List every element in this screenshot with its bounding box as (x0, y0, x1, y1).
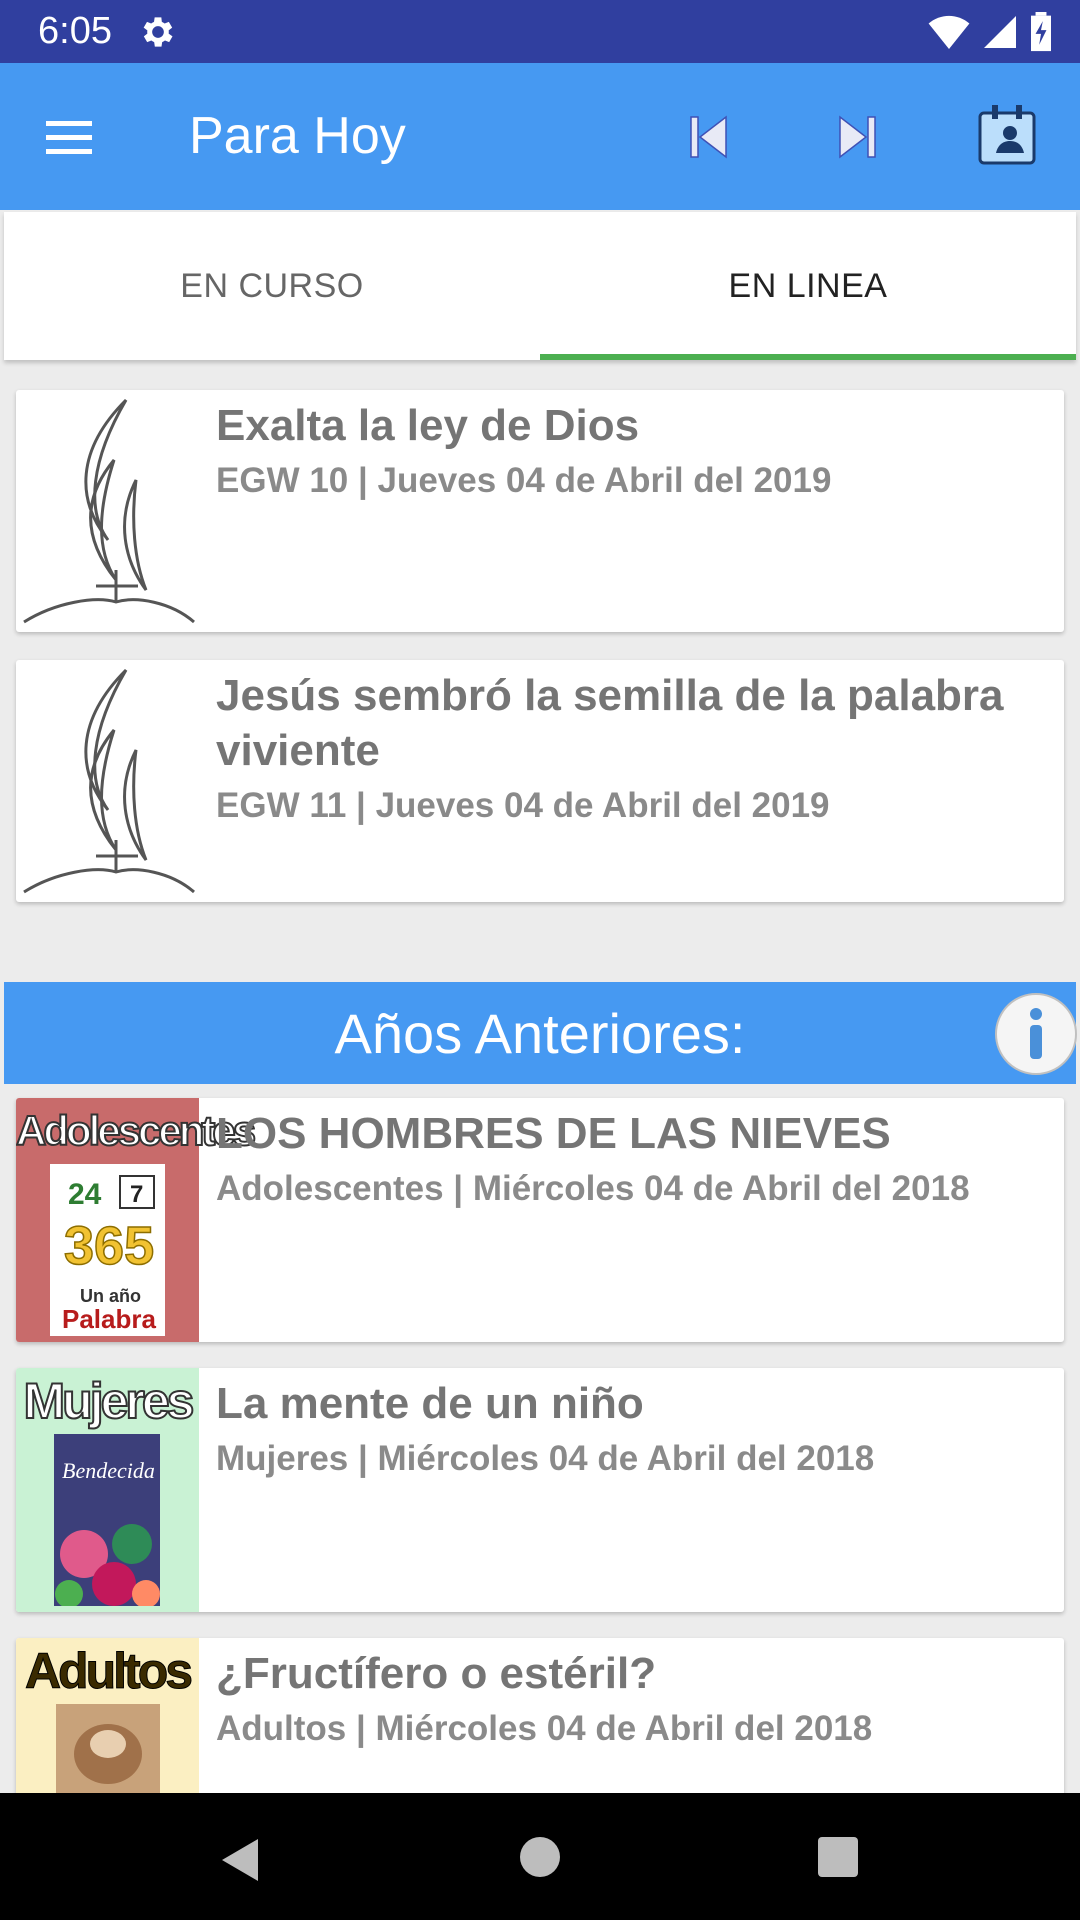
status-bar: 6:05 (0, 0, 1080, 63)
battery-icon (1031, 12, 1051, 52)
book-cover-mujeres: Mujeres Bendecida (16, 1368, 199, 1612)
cover-label: Adultos (24, 1643, 193, 1700)
tab-bar: EN CURSO EN LINEA (4, 212, 1076, 360)
svg-text:365: 365 (64, 1216, 154, 1276)
item-title: LOS HOMBRES DE LAS NIEVES Adolescentes |… (216, 1106, 1046, 1211)
app-bar: Para Hoy (0, 63, 1080, 210)
item-subtitle: EGW 10 | Jueves 04 de Abril del 2019 (216, 461, 832, 500)
recents-icon[interactable] (818, 1837, 858, 1877)
item-title: La mente de un niño Mujeres | Miércoles … (216, 1376, 1046, 1481)
back-icon[interactable] (214, 1833, 268, 1887)
app-title: Para Hoy (189, 107, 406, 165)
signal-icon (984, 16, 1016, 48)
list-item[interactable]: Mujeres Bendecida La mente de un niño Mu… (16, 1368, 1064, 1612)
tab-en-curso[interactable]: EN CURSO (4, 212, 540, 360)
item-title: Exalta la ley de Dios EGW 10 | Jueves 04… (216, 398, 1046, 503)
item-subtitle: EGW 11 | Jueves 04 de Abril del 2019 (216, 786, 830, 825)
home-icon[interactable] (520, 1837, 560, 1877)
svg-text:24: 24 (68, 1178, 102, 1211)
status-time: 6:05 (38, 10, 112, 52)
item-title: Jesús sembró la semilla de la palabra vi… (216, 668, 1046, 828)
book-cover-adolescentes: Adolescentes 24 7 365 Un año Palabra (16, 1098, 257, 1342)
adventist-logo-icon (23, 668, 195, 894)
calendar-contact-icon[interactable] (972, 99, 1044, 171)
svg-text:Bendecida: Bendecida (62, 1458, 155, 1483)
cover-art: 24 7 365 Un año Palabra (50, 1164, 165, 1336)
svg-text:7: 7 (130, 1181, 143, 1208)
previous-years-header: Años Anteriores: (4, 982, 1078, 1084)
cover-art (56, 1704, 160, 1798)
list-item[interactable]: Jesús sembró la semilla de la palabra vi… (16, 660, 1064, 902)
svg-text:Palabra: Palabra (62, 1304, 156, 1334)
system-nav-bar (0, 1793, 1080, 1920)
skip-previous-icon[interactable] (676, 105, 740, 169)
list-item[interactable]: Adolescentes 24 7 365 Un año Palabra LOS… (16, 1098, 1064, 1342)
adventist-logo-icon (23, 398, 195, 624)
menu-icon[interactable] (34, 105, 104, 169)
svg-text:Un año: Un año (80, 1286, 141, 1306)
info-icon[interactable] (994, 992, 1078, 1076)
item-title: ¿Fructífero o estéril? Adultos | Miércol… (216, 1646, 1046, 1751)
list-item[interactable]: Adultos ¿Fructífero o estéril? Adultos |… (16, 1638, 1064, 1798)
item-subtitle: Adultos | Miércoles 04 de Abril del 2018 (216, 1709, 873, 1748)
tab-indicator (540, 354, 1076, 360)
status-icons (928, 12, 1052, 52)
book-cover-adultos: Adultos (16, 1638, 199, 1798)
wifi-icon (928, 15, 970, 49)
item-subtitle: Mujeres | Miércoles 04 de Abril del 2018 (216, 1439, 875, 1478)
tab-en-linea[interactable]: EN LINEA (540, 212, 1076, 360)
skip-next-icon[interactable] (826, 105, 890, 169)
cover-art: Bendecida (54, 1434, 160, 1606)
gear-icon (143, 17, 173, 47)
section-title: Años Anteriores: (334, 1002, 746, 1065)
list-item[interactable]: Exalta la ley de Dios EGW 10 | Jueves 04… (16, 390, 1064, 632)
item-subtitle: Adolescentes | Miércoles 04 de Abril del… (216, 1169, 970, 1208)
cover-label: Adolescentes (16, 1106, 257, 1155)
cover-label: Mujeres (23, 1372, 196, 1430)
